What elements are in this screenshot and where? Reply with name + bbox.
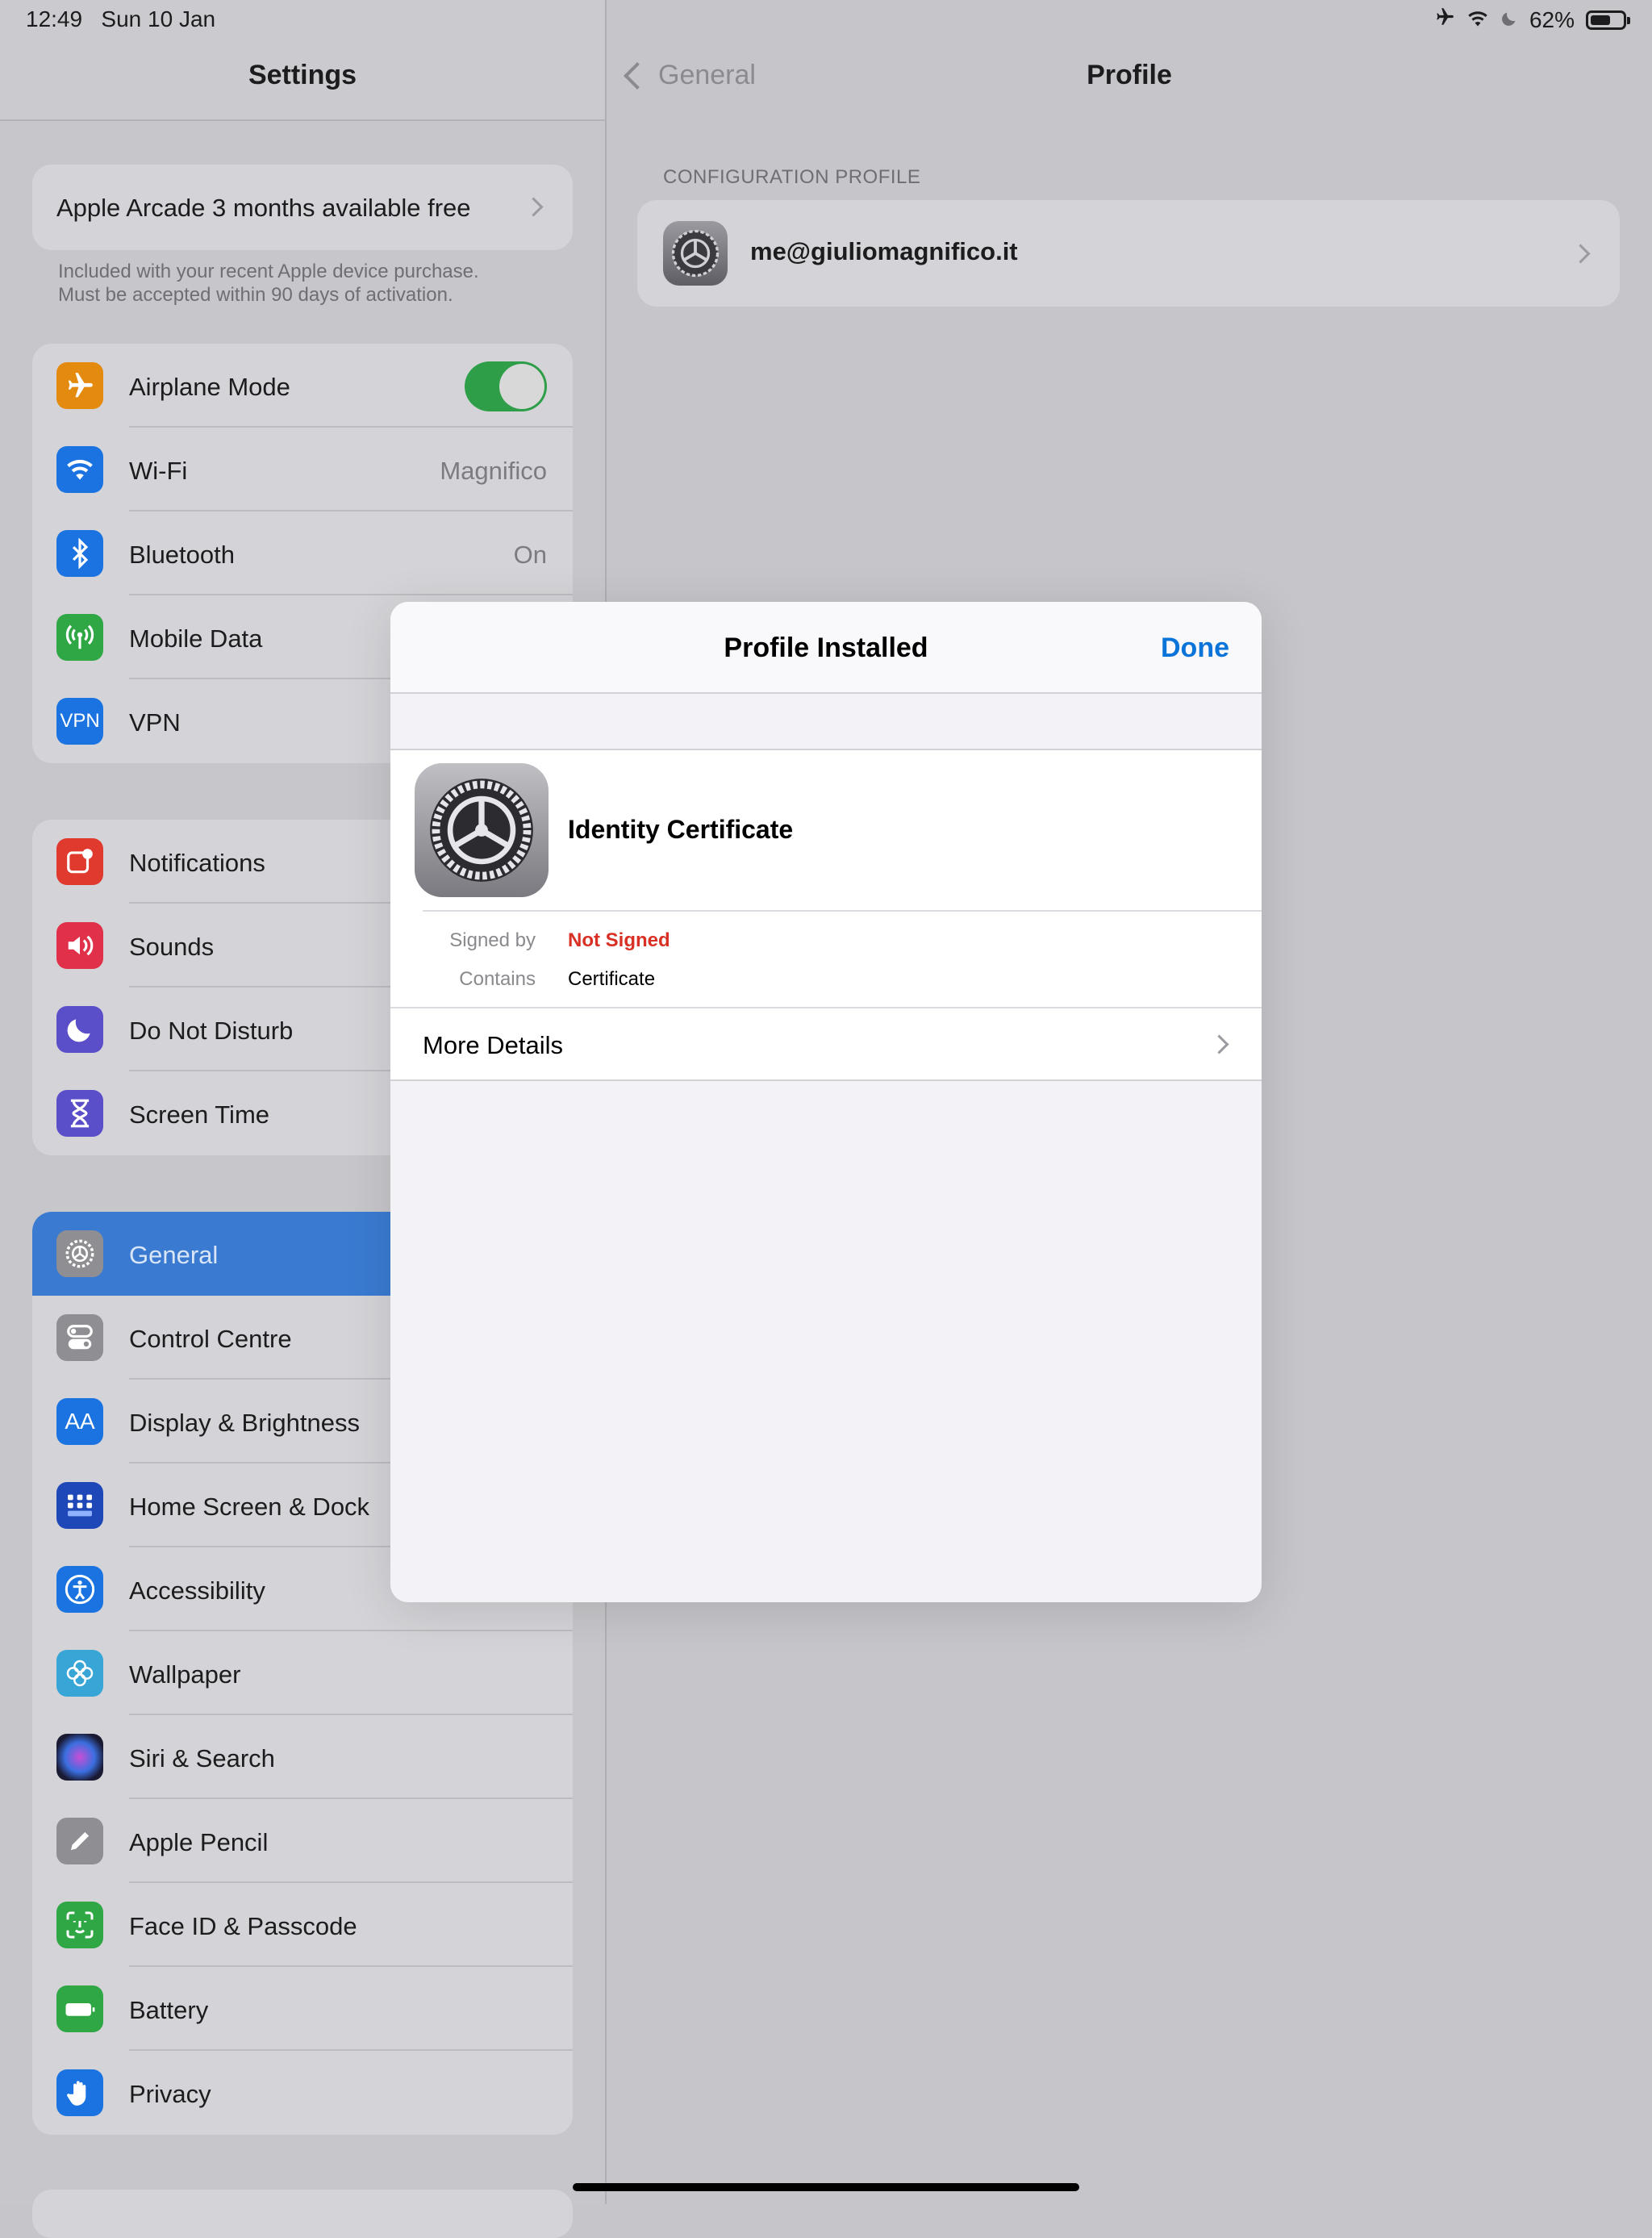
text-size-icon: AA	[56, 1398, 103, 1445]
wifi-network-value: Magnifico	[440, 457, 547, 485]
sidebar-item-label: Airplane Mode	[129, 373, 290, 401]
battery-icon	[56, 1985, 103, 2032]
sidebar-item-label: Bluetooth	[129, 541, 235, 569]
sidebar-item-battery[interactable]: Battery	[32, 1967, 573, 2051]
chevron-right-icon	[524, 197, 544, 217]
toggles-icon	[56, 1314, 103, 1361]
sidebar-item-label: Notifications	[129, 849, 265, 877]
sidebar-item-label: Control Centre	[129, 1325, 292, 1353]
hourglass-icon	[56, 1090, 103, 1137]
page-title: Profile	[1087, 60, 1172, 90]
battery-percentage: 62%	[1529, 6, 1575, 32]
siri-icon	[56, 1734, 103, 1781]
airplane-icon	[56, 362, 103, 409]
notifications-icon	[56, 838, 103, 885]
sidebar-item-bluetooth[interactable]: Bluetooth On	[32, 511, 573, 595]
status-date: Sun 10 Jan	[101, 6, 216, 31]
face-id-icon	[56, 1902, 103, 1948]
vpn-icon: VPN	[56, 698, 103, 745]
section-header: CONFIGURATION PROFILE	[663, 166, 921, 188]
gear-icon	[56, 1230, 103, 1277]
accessibility-icon	[56, 1566, 103, 1613]
sidebar-item-label: Siri & Search	[129, 1744, 275, 1772]
wifi-icon	[1466, 7, 1489, 33]
moon-icon	[56, 1006, 103, 1053]
battery-level-fill	[1591, 15, 1610, 25]
antenna-icon	[56, 614, 103, 661]
signed-by-value: Not Signed	[568, 929, 670, 951]
home-indicator[interactable]	[573, 2183, 1079, 2191]
settings-gear-icon	[663, 221, 728, 286]
apple-arcade-note: Included with your recent Apple device p…	[58, 260, 574, 307]
battery-icon	[1586, 10, 1630, 30]
status-time: 12:49	[26, 6, 83, 31]
contains-value: Certificate	[568, 968, 656, 990]
flower-icon	[56, 1650, 103, 1697]
arcade-note-line: Included with your recent Apple device p…	[58, 261, 479, 282]
airplane-icon	[1434, 6, 1455, 33]
sidebar-item-label: Home Screen & Dock	[129, 1493, 370, 1521]
moon-icon	[1500, 7, 1518, 33]
more-details-label: More Details	[423, 1031, 563, 1059]
sheet-title: Profile Installed	[724, 633, 928, 663]
sidebar-title: Settings	[248, 60, 357, 90]
pencil-icon	[56, 1818, 103, 1864]
status-indicators: 62%	[1434, 6, 1630, 33]
sidebar-item-label: VPN	[129, 708, 181, 737]
sidebar-item-privacy[interactable]: Privacy	[32, 2051, 573, 2135]
sidebar-item-airplane-mode[interactable]: Airplane Mode	[32, 344, 573, 428]
bluetooth-icon	[56, 530, 103, 577]
settings-gear-icon	[415, 763, 549, 897]
sidebar-item-label: Screen Time	[129, 1100, 270, 1129]
done-button[interactable]: Done	[1161, 633, 1229, 664]
sidebar-item-wifi[interactable]: Wi-Fi Magnifico	[32, 428, 573, 511]
sidebar-item-label: Do Not Disturb	[129, 1017, 294, 1045]
sidebar-item-label: Sounds	[129, 933, 215, 961]
configuration-profile-row[interactable]: me@giuliomagnifico.it	[637, 200, 1620, 307]
sheet-header: Profile Installed Done	[390, 602, 1262, 694]
certificate-details: Identity Certificate Signed by Not Signe…	[390, 749, 1262, 1081]
sidebar-item-siri-search[interactable]: Siri & Search	[32, 1715, 573, 1799]
sidebar-item-label: Face ID & Passcode	[129, 1912, 357, 1940]
sidebar-item-label: Wallpaper	[129, 1660, 241, 1689]
sidebar-item-label: Wi-Fi	[129, 457, 188, 485]
sidebar-item-face-id-passcode[interactable]: Face ID & Passcode	[32, 1883, 573, 1967]
profile-installed-sheet: Profile Installed Done Identity Certific…	[390, 602, 1262, 1602]
signed-by-label: Signed by	[449, 929, 536, 951]
sidebar-item-label: Mobile Data	[129, 624, 263, 653]
sidebar-item-label: Privacy	[129, 2080, 211, 2108]
profile-email: me@giuliomagnifico.it	[750, 237, 1018, 265]
arcade-note-line: Must be accepted within 90 days of activ…	[58, 284, 453, 306]
apple-arcade-label: Apple Arcade 3 months available free	[56, 194, 471, 222]
sidebar-item-wallpaper[interactable]: Wallpaper	[32, 1631, 573, 1715]
wifi-icon	[56, 446, 103, 493]
sidebar-item-label: General	[129, 1241, 219, 1269]
more-details-row[interactable]: More Details	[390, 1008, 1262, 1078]
sidebar-item-label: Apple Pencil	[129, 1828, 269, 1856]
certificate-name: Identity Certificate	[568, 815, 794, 844]
contains-label: Contains	[459, 968, 536, 990]
status-clock: 12:49 Sun 10 Jan	[26, 6, 215, 32]
chevron-right-icon	[1571, 244, 1591, 264]
grid-icon	[56, 1482, 103, 1529]
sidebar-item-label: Battery	[129, 1996, 209, 2024]
bluetooth-status-value: On	[513, 541, 547, 569]
chevron-right-icon	[1209, 1034, 1229, 1054]
next-group-peek	[32, 2190, 573, 2238]
airplane-mode-toggle[interactable]	[465, 361, 547, 411]
sidebar-item-apple-pencil[interactable]: Apple Pencil	[32, 1799, 573, 1883]
hand-icon	[56, 2069, 103, 2116]
speaker-icon	[56, 922, 103, 969]
apple-arcade-offer[interactable]: Apple Arcade 3 months available free	[32, 165, 573, 250]
sidebar-item-label: Accessibility	[129, 1576, 265, 1605]
sidebar-item-label: Display & Brightness	[129, 1409, 361, 1437]
